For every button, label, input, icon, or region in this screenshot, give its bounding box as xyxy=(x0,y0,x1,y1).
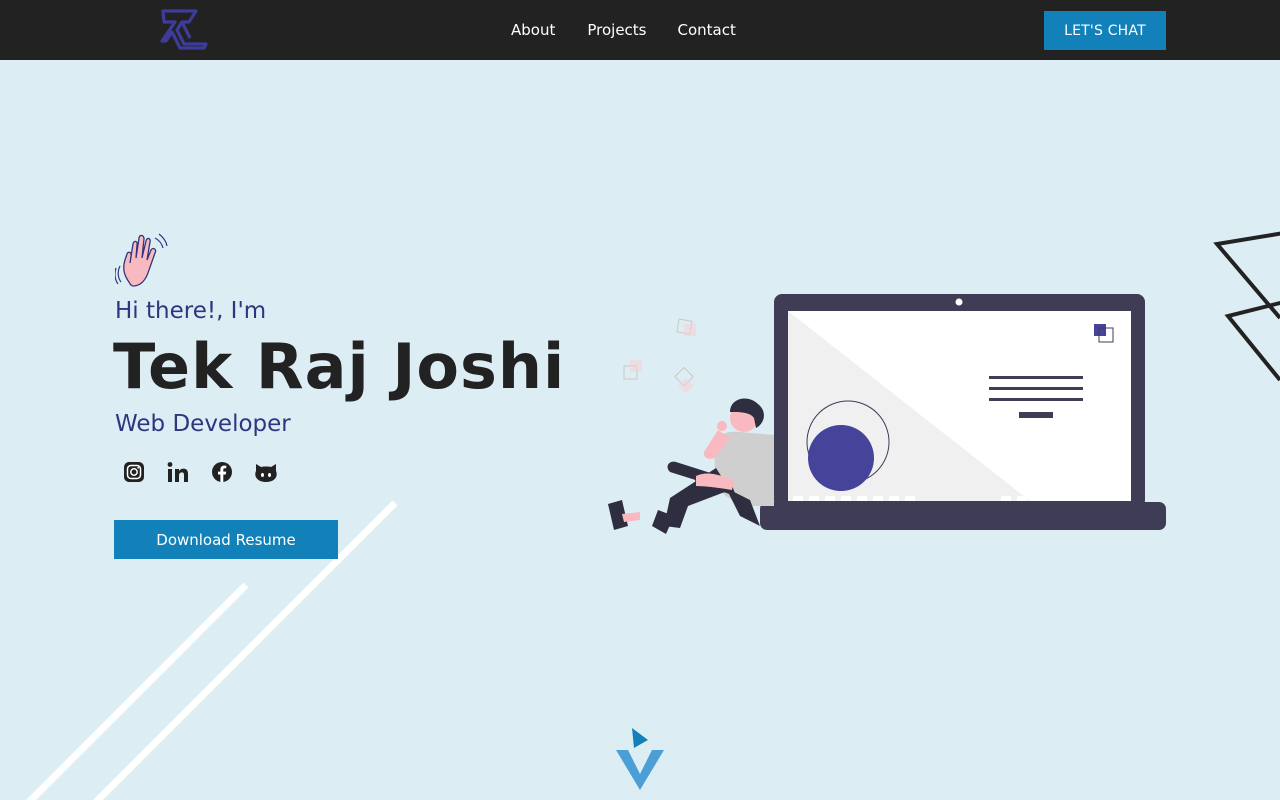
social-links xyxy=(122,458,278,486)
nav-link-about[interactable]: About xyxy=(511,21,555,39)
nav-link-contact[interactable]: Contact xyxy=(678,21,736,39)
instagram-icon[interactable] xyxy=(122,458,146,486)
developer-illustration xyxy=(608,294,1166,534)
facebook-icon[interactable] xyxy=(210,458,234,486)
hero-name: Tek Raj Joshi xyxy=(113,330,566,403)
lets-chat-button[interactable]: LET'S CHAT xyxy=(1044,11,1166,50)
greeting-text: Hi there!, I'm xyxy=(115,298,267,324)
scroll-down-icon[interactable] xyxy=(612,726,668,792)
role-text: Web Developer xyxy=(115,411,291,437)
github-icon[interactable] xyxy=(254,458,278,486)
waving-hand-icon xyxy=(115,233,168,287)
main-nav: About Projects Contact xyxy=(511,0,736,60)
navbar: About Projects Contact LET'S CHAT xyxy=(0,0,1280,60)
download-resume-button[interactable]: Download Resume xyxy=(114,520,338,559)
logo-icon[interactable] xyxy=(160,8,210,50)
nav-link-projects[interactable]: Projects xyxy=(587,21,646,39)
linkedin-icon[interactable] xyxy=(166,458,190,486)
